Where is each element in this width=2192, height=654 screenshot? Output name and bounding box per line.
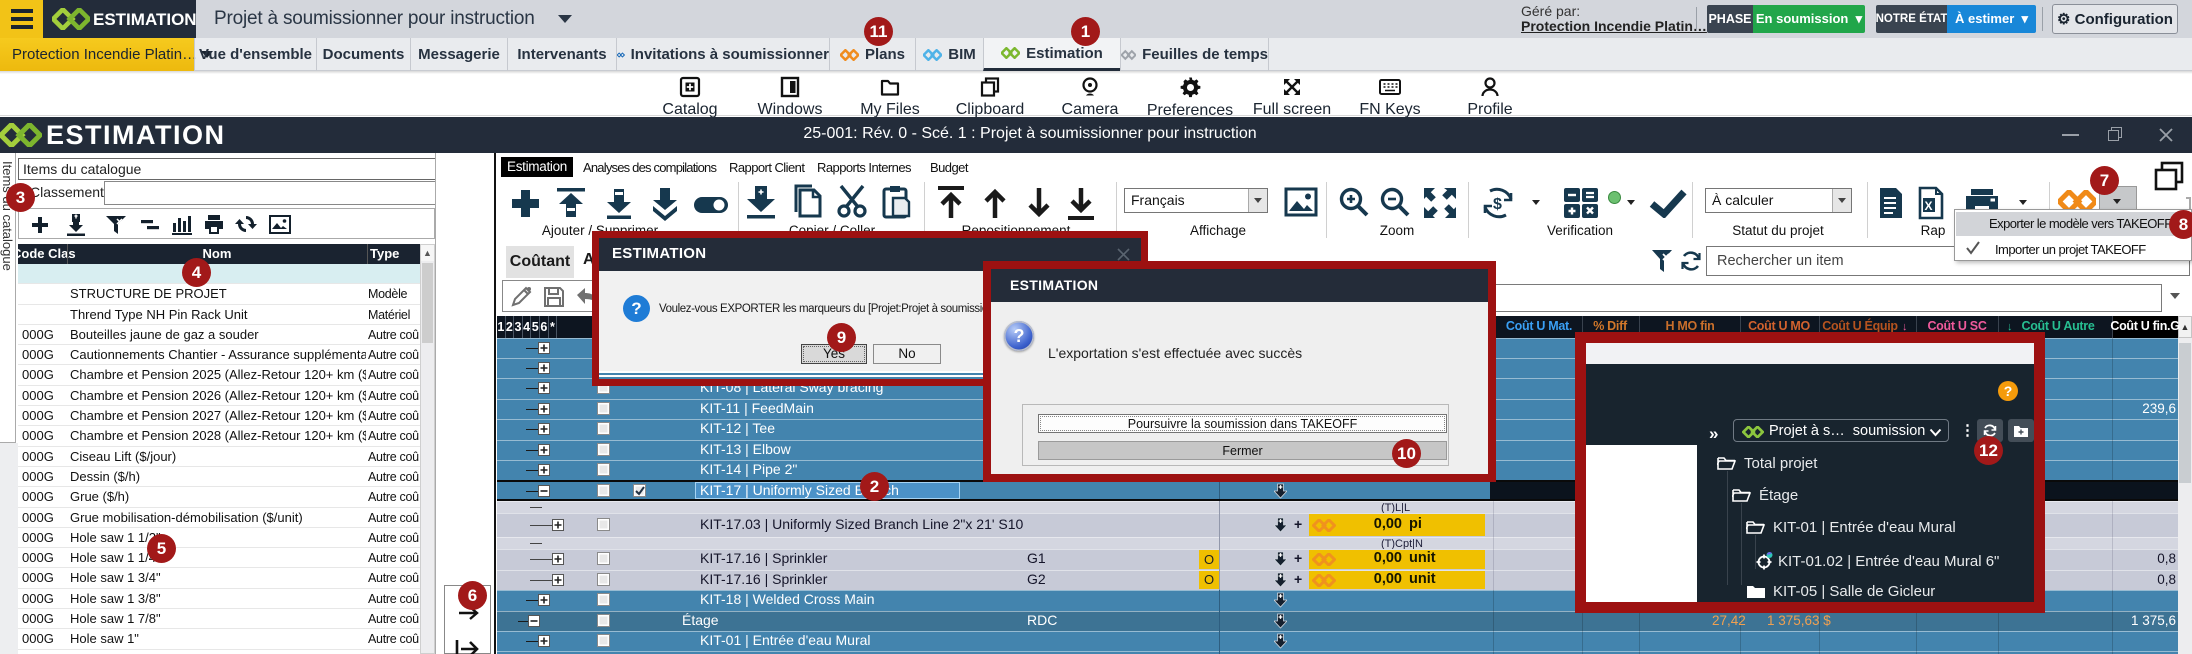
svg-text:$: $ bbox=[1493, 196, 1502, 213]
svg-text:X: X bbox=[1925, 199, 1933, 213]
